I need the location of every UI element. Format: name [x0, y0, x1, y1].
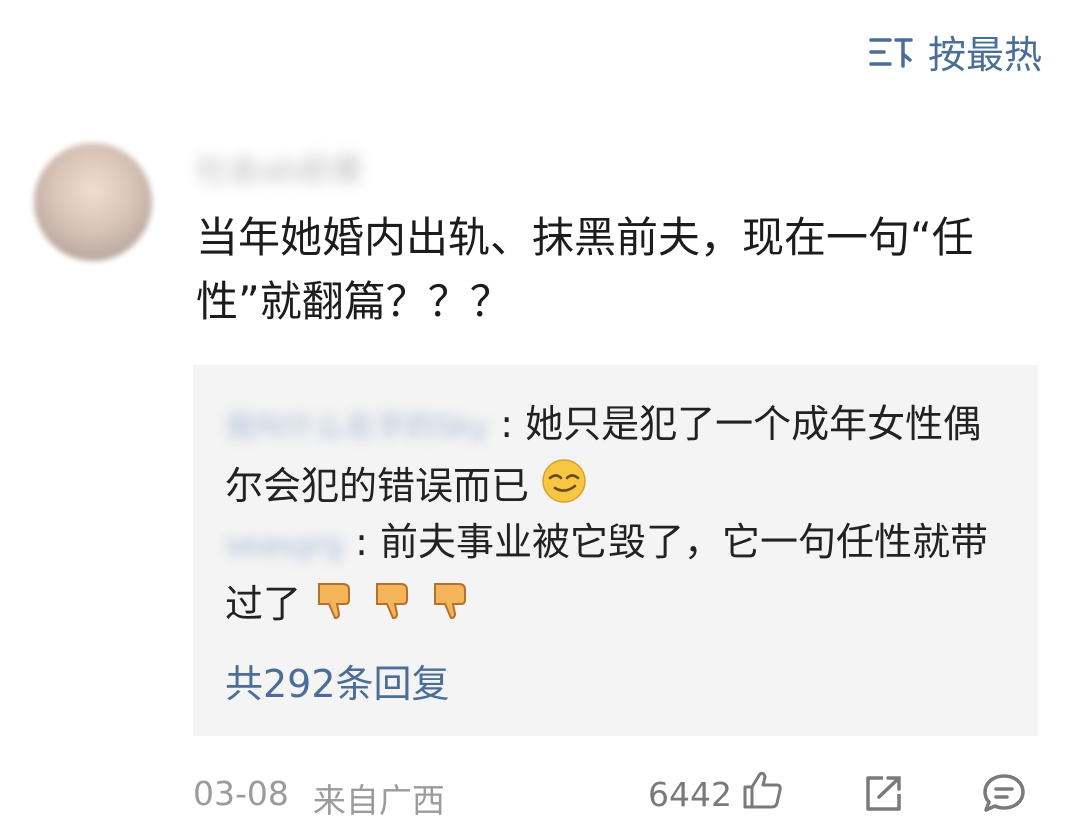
comment-meta: 03-08 来自广西 [193, 774, 445, 822]
comment-date: 03-08 [193, 774, 289, 813]
comment-text: 当年她婚内出轨、抹黑前夫，现在一句“任性”就翻篇？？？ [196, 213, 974, 326]
thumbs-up-icon [742, 770, 784, 818]
share-icon [863, 776, 905, 817]
reply-button[interactable] [982, 773, 1026, 817]
thumbs-down-emoji [429, 576, 475, 638]
avatar[interactable] [34, 143, 152, 261]
reply-author[interactable]: seasgrg [225, 517, 343, 575]
sort-toggle[interactable]: 按最热 [868, 24, 1042, 79]
reply-separator: : [500, 402, 514, 446]
reply-item: 我叫什么名字的Sky : 她只是犯了一个成年女性偶尔会犯的错误而已 [225, 395, 995, 520]
reply-box[interactable]: 我叫什么名字的Sky : 她只是犯了一个成年女性偶尔会犯的错误而已 seasgr… [193, 365, 1038, 736]
comment-icon [982, 774, 1026, 817]
reply-author[interactable]: 我叫什么名字的Sky [225, 399, 488, 457]
comment-location: 来自广西 [312, 781, 445, 820]
thumbs-down-emoji [371, 576, 417, 638]
comment-page: 按最热 社会ab前辈 当年她婚内出轨、抹黑前夫，现在一句“任性”就翻篇？？？ 我… [0, 0, 1080, 825]
reply-item: seasgrg : 前夫事业被它毁了，它一句任性就带过了 [225, 513, 995, 638]
view-replies-link[interactable]: 共292条回复 [225, 653, 450, 708]
sort-label: 按最热 [927, 33, 1042, 77]
sort-icon [868, 34, 914, 70]
like-button[interactable]: 6442 [648, 770, 784, 818]
share-button[interactable] [863, 773, 905, 817]
thumbs-down-emoji [313, 576, 359, 638]
reply-separator: : [355, 520, 368, 564]
comment-author[interactable]: 社会ab前辈 [196, 145, 364, 191]
smirk-face-emoji [541, 458, 587, 520]
like-count: 6442 [648, 774, 732, 814]
